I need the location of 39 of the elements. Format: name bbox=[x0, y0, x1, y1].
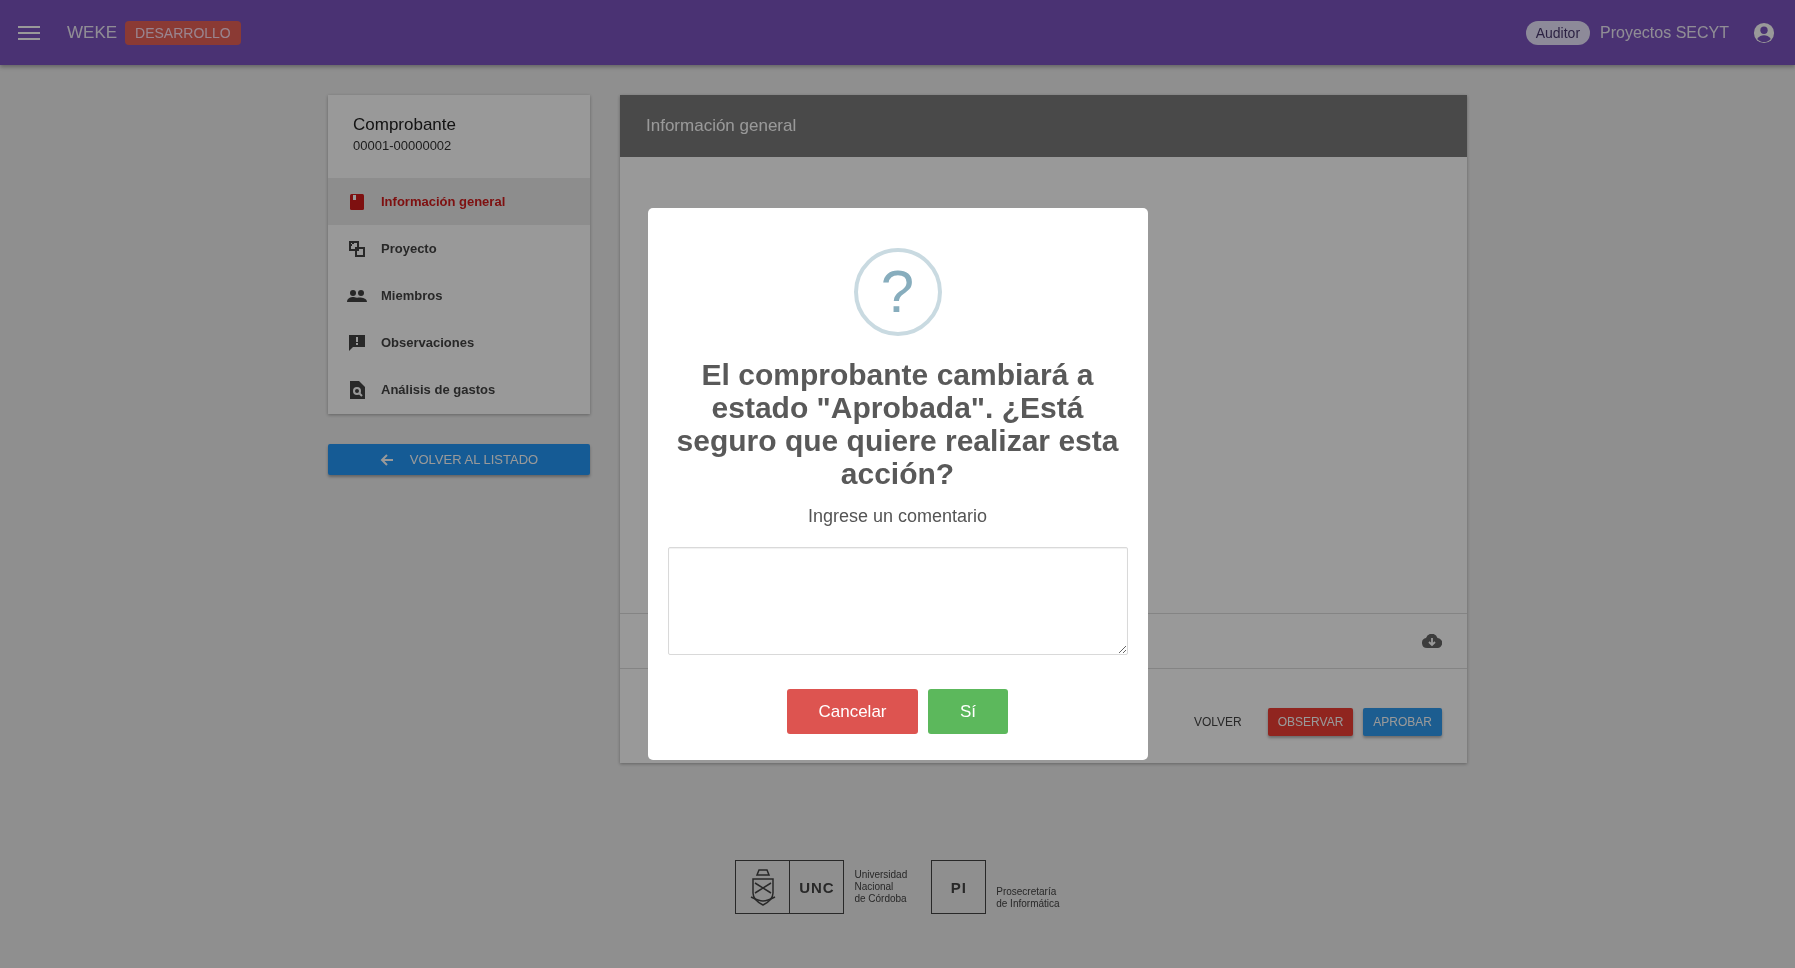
institution-name-line: de Informática bbox=[996, 898, 1060, 910]
panel-title: Información general bbox=[646, 116, 797, 136]
back-to-list-button[interactable]: VOLVER AL LISTADO bbox=[328, 444, 590, 475]
confirm-button[interactable]: Sí bbox=[928, 689, 1008, 734]
pi-logo-abbreviation: PI bbox=[950, 878, 967, 896]
arrow-left-icon bbox=[379, 452, 394, 467]
cancel-button[interactable]: Cancelar bbox=[787, 689, 918, 734]
back-button[interactable]: VOLVER bbox=[1183, 708, 1252, 736]
voucher-number: 00001-00000002 bbox=[353, 138, 453, 153]
institution-name-line: Prosecretaría bbox=[996, 886, 1058, 898]
sidebar-title: Comprobante bbox=[353, 115, 457, 135]
document-icon bbox=[347, 192, 367, 211]
institution-name-line: Nacional bbox=[854, 881, 895, 893]
people-icon bbox=[347, 288, 367, 303]
sidebar-item[interactable]: Miembros bbox=[328, 272, 590, 319]
sidebar-item[interactable]: Información general bbox=[328, 178, 590, 225]
comment-prompt: Ingrese un comentario bbox=[807, 506, 988, 527]
institution-name-line: Universidad bbox=[854, 869, 908, 881]
menu-icon[interactable] bbox=[18, 24, 40, 41]
hierarchy-icon bbox=[347, 239, 367, 258]
institution-name-line: de Córdoba bbox=[854, 893, 908, 905]
observe-button[interactable]: OBSERVAR bbox=[1267, 708, 1354, 736]
dialog-message: El comprobante cambiará a estado "Aprobada". ¿Está seguro que quiere realizar esta acción? bbox=[675, 358, 1120, 490]
account-icon[interactable] bbox=[1753, 21, 1775, 44]
question-icon: ? bbox=[853, 248, 942, 336]
cloud-download-icon[interactable] bbox=[1422, 634, 1442, 648]
approve-button[interactable]: APROBAR bbox=[1363, 708, 1442, 736]
comment-field[interactable] bbox=[667, 547, 1128, 655]
app-title: WEKE bbox=[67, 22, 118, 43]
environment-badge: DESARROLLO bbox=[125, 20, 241, 45]
role-badge: Auditor bbox=[1525, 20, 1591, 45]
crest-icon bbox=[748, 867, 777, 907]
sidebar-item[interactable]: Proyecto bbox=[328, 225, 590, 272]
sidebar-item[interactable]: Observaciones bbox=[328, 319, 590, 366]
file-search-icon bbox=[347, 380, 367, 399]
unc-logo-abbreviation: UNC bbox=[799, 878, 835, 896]
project-name: Proyectos SECYT bbox=[1600, 23, 1729, 42]
comment-alert-icon bbox=[347, 333, 367, 352]
sidebar-item[interactable]: Análisis de gastos bbox=[328, 366, 590, 413]
